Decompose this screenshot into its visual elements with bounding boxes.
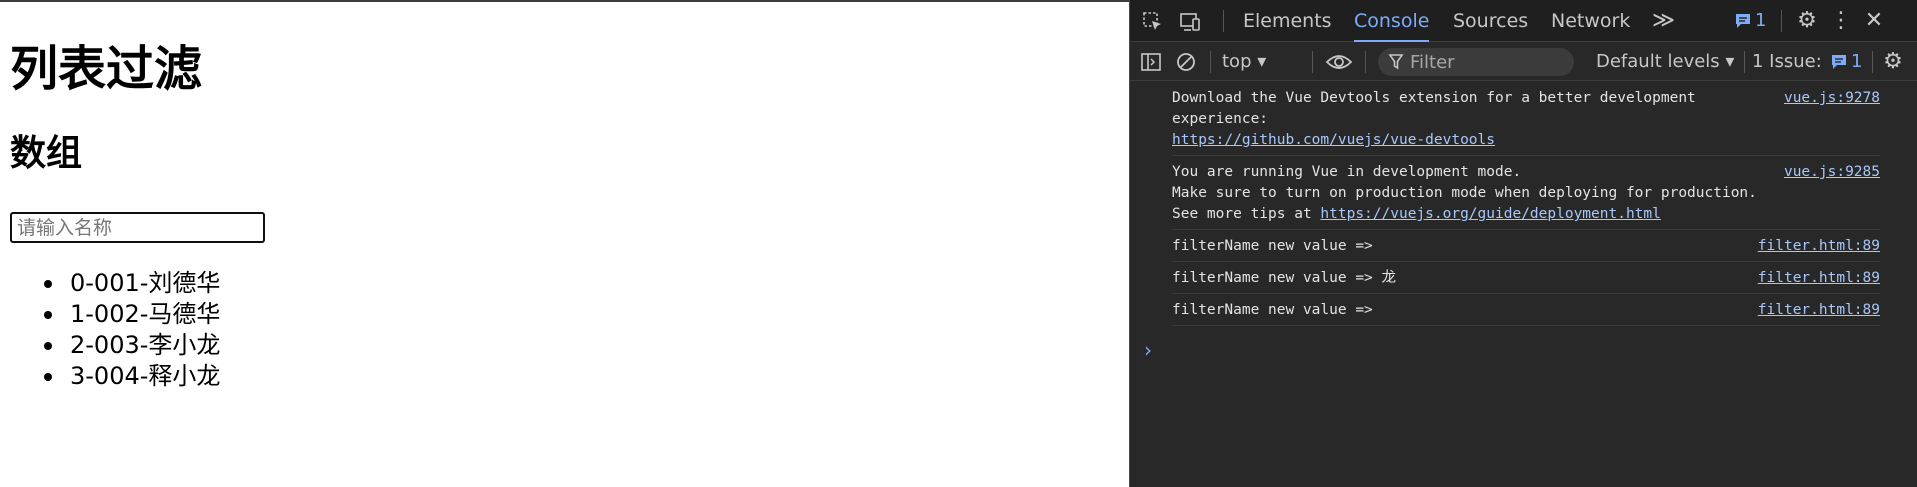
devtools-tab-bar: Elements Console Sources Network ≫ 1 ⚙ ⋮… (1130, 0, 1917, 42)
toolbar-separator (1365, 51, 1366, 73)
issues-icon[interactable] (1830, 53, 1848, 71)
person-list: 0-001-刘德华 1-002-马德华 2-003-李小龙 3-004-释小龙 (44, 268, 220, 392)
console-settings-gear-icon[interactable]: ⚙ (1881, 51, 1905, 73)
vue-devtools-link[interactable]: https://github.com/vuejs/vue-devtools (1172, 132, 1495, 148)
settings-gear-icon[interactable]: ⚙ (1795, 10, 1819, 32)
filter-field[interactable] (1378, 48, 1574, 76)
page-viewport: 列表过滤 数组 0-001-刘德华 1-002-马德华 2-003-李小龙 3-… (0, 0, 1129, 487)
list-item: 0-001-刘德华 (44, 268, 220, 299)
tab-console[interactable]: Console (1354, 0, 1430, 42)
message-source-link[interactable]: vue.js:9278 (1784, 88, 1880, 109)
message-text: You are running Vue in development mode. (1172, 164, 1522, 180)
tab-separator (1781, 10, 1782, 32)
tab-network[interactable]: Network (1551, 0, 1630, 42)
more-tabs-icon[interactable]: ≫ (1652, 0, 1675, 42)
page-title: 列表过滤 (10, 41, 203, 97)
live-expression-eye-icon[interactable] (1325, 52, 1353, 72)
issues-counter[interactable]: 1 Issue: (1752, 43, 1822, 81)
messages-icon[interactable] (1734, 12, 1752, 30)
message-source-link[interactable]: filter.html:89 (1758, 236, 1880, 257)
device-toolbar-icon[interactable] (1178, 11, 1202, 33)
tab-separator (1223, 10, 1224, 32)
console-message: You are running Vue in development mode.… (1172, 156, 1880, 230)
console-message: filterName new value => filter.html:89 (1172, 230, 1880, 262)
filter-input[interactable] (1410, 50, 1570, 74)
issues-count[interactable]: 1 (1851, 43, 1862, 81)
message-text: Make sure to turn on production mode whe… (1172, 185, 1757, 201)
tab-sources[interactable]: Sources (1453, 0, 1528, 42)
inspect-element-icon[interactable] (1142, 11, 1164, 33)
console-message: filterName new value => filter.html:89 (1172, 294, 1880, 326)
message-source-link[interactable]: filter.html:89 (1758, 268, 1880, 289)
message-text: Download the Vue Devtools extension for … (1172, 90, 1696, 106)
log-levels-dropdown[interactable]: Default levels ▾ (1596, 43, 1734, 81)
name-search-input[interactable] (10, 212, 265, 243)
toolbar-separator (1872, 51, 1873, 73)
toolbar-separator (1744, 51, 1745, 73)
console-messages: Download the Vue Devtools extension for … (1130, 82, 1917, 326)
console-message: filterName new value => 龙 filter.html:89 (1172, 262, 1880, 294)
list-item: 3-004-释小龙 (44, 361, 220, 392)
clear-console-icon[interactable] (1175, 51, 1197, 73)
list-item: 2-003-李小龙 (44, 330, 220, 361)
message-text: filterName new value => 龙 (1172, 270, 1397, 286)
messages-count[interactable]: 1 (1755, 0, 1766, 42)
log-levels-label: Default levels (1596, 51, 1720, 72)
message-text: See more tips at (1172, 206, 1321, 222)
filter-funnel-icon (1388, 53, 1404, 71)
message-text: experience: (1172, 111, 1269, 127)
tab-elements[interactable]: Elements (1243, 0, 1332, 42)
console-toolbar: top ▾ Default levels ▾ 1 Issue: 1 ⚙ (1130, 43, 1917, 81)
message-source-link[interactable]: vue.js:9285 (1784, 162, 1880, 183)
vue-deployment-link[interactable]: https://vuejs.org/guide/deployment.html (1320, 206, 1660, 222)
sidebar-toggle-icon[interactable] (1140, 52, 1162, 72)
toolbar-separator (1312, 51, 1313, 73)
toolbar-separator (1210, 51, 1211, 73)
message-text: filterName new value => (1172, 302, 1373, 318)
console-prompt-chevron-icon[interactable]: › (1144, 340, 1152, 360)
issues-label: 1 Issue: (1752, 51, 1822, 72)
page-subtitle: 数组 (10, 133, 83, 174)
devtools-panel: Elements Console Sources Network ≫ 1 ⚙ ⋮… (1129, 0, 1917, 487)
more-options-icon[interactable]: ⋮ (1830, 10, 1852, 32)
message-source-link[interactable]: filter.html:89 (1758, 300, 1880, 321)
list-item: 1-002-马德华 (44, 299, 220, 330)
context-selector-label: top (1222, 51, 1252, 72)
console-message: Download the Vue Devtools extension for … (1172, 82, 1880, 156)
close-icon[interactable]: ✕ (1863, 10, 1885, 32)
context-selector[interactable]: top ▾ (1222, 43, 1266, 81)
message-text: filterName new value => (1172, 238, 1373, 254)
